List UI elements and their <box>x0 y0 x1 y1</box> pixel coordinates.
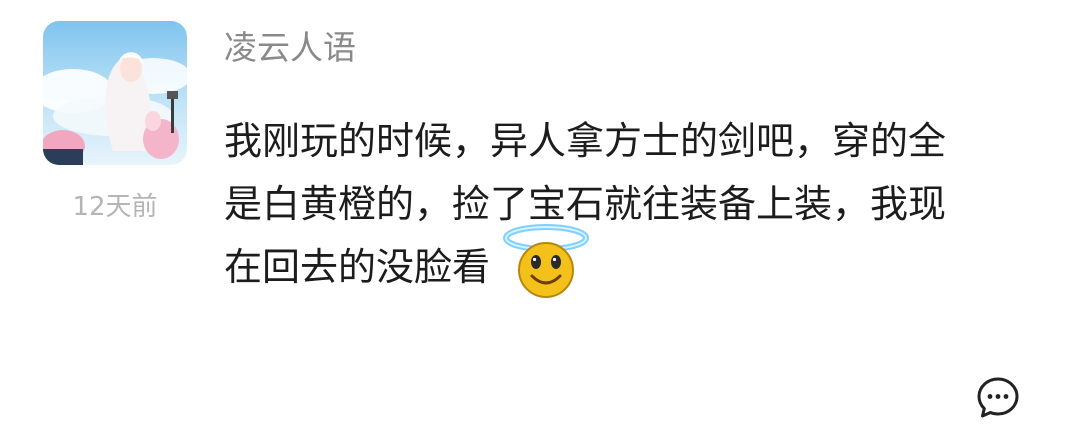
comment-text-line: 是白黄橙的，捡了宝石就往装备上装，我现 <box>224 182 947 226</box>
avatar-image <box>43 21 187 165</box>
comment-text-line-content: 在回去的没脸看 <box>224 245 491 289</box>
halo-smiley-icon <box>503 223 590 298</box>
comment-text-line: 我刚玩的时候，异人拿方士的剑吧，穿的全 <box>224 119 947 163</box>
reply-button[interactable] <box>975 375 1021 421</box>
username[interactable]: 凌云人语 <box>224 26 356 70</box>
comment-time: 12天前 <box>72 192 158 222</box>
comment-item: 12天前 凌云人语 我刚玩的时候，异人拿方士的剑吧，穿的全 是白黄橙的，捡了宝石… <box>0 0 1077 448</box>
halo-smiley-emoji <box>498 222 594 298</box>
comment-text: 我刚玩的时候，异人拿方士的剑吧，穿的全 是白黄橙的，捡了宝石就往装备上装，我现 … <box>224 110 1014 299</box>
comment-bubble-icon <box>977 377 1019 418</box>
comment-text-line: 在回去的没脸看 <box>224 223 1014 299</box>
user-avatar[interactable] <box>43 21 187 165</box>
